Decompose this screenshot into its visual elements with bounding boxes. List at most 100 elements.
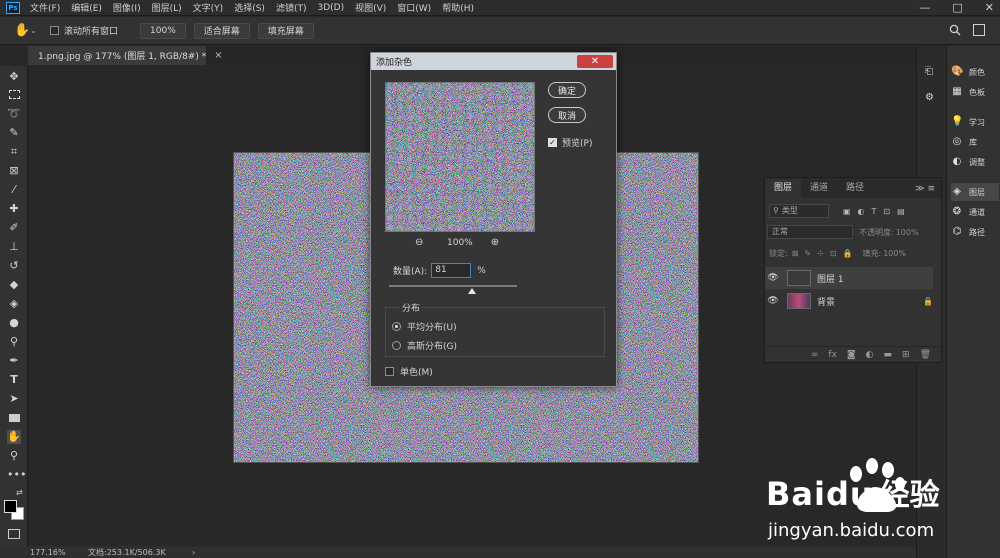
panel-layers[interactable]: ◈ 图层 <box>951 183 999 201</box>
tab-close-icon[interactable]: × <box>214 50 222 61</box>
panel-menu-icon[interactable]: ≫ ≡ <box>915 184 935 194</box>
more-tools-icon[interactable]: ••• <box>7 468 26 482</box>
status-zoom[interactable]: 177.16% <box>30 548 88 557</box>
menu-window[interactable]: 窗口(W) <box>397 1 431 14</box>
cancel-button[interactable]: 取消 <box>548 107 586 123</box>
clone-stamp-icon[interactable]: ⊥ <box>7 240 21 254</box>
chevron-down-icon[interactable]: ⌄ <box>30 26 40 35</box>
maximize-button[interactable]: □ <box>952 0 962 16</box>
background-layer-name[interactable]: 背景 <box>817 295 835 308</box>
document-tab[interactable]: 1.png.jpg @ 177% (图层 1, RGB/8#) * × <box>28 46 223 65</box>
zoom-100-button[interactable]: 100% <box>140 22 186 39</box>
status-arrow-icon[interactable]: › <box>192 548 195 557</box>
tab-layers[interactable]: 图层 <box>765 179 802 198</box>
workspace-icon[interactable] <box>973 24 985 36</box>
quick-selection-tool-icon[interactable]: ✎ <box>7 126 21 140</box>
layer-row-background[interactable]: 👁 背景 🔒 <box>765 290 933 312</box>
pen-tool-icon[interactable]: ✒ <box>7 354 21 368</box>
opacity-input[interactable]: 100% <box>896 228 919 237</box>
path-selection-icon[interactable]: ➤ <box>7 392 21 406</box>
preview-checkbox[interactable]: ✓ <box>548 138 557 147</box>
dodge-tool-icon[interactable]: ⚲ <box>7 335 21 349</box>
visibility-eye-icon[interactable]: 👁 <box>765 273 781 283</box>
menu-image[interactable]: 图像(I) <box>113 1 141 14</box>
panel-color[interactable]: 🎨 颜色 <box>951 63 999 81</box>
tab-paths[interactable]: 路径 <box>837 179 873 198</box>
new-layer-icon[interactable]: ⊞ <box>902 350 910 360</box>
eyedropper-tool-icon[interactable]: ⁄ <box>7 183 21 197</box>
foreground-color-swatch[interactable] <box>4 500 17 513</box>
hand-tool-icon[interactable]: ✋ <box>14 23 30 38</box>
eraser-tool-icon[interactable]: ◆ <box>7 278 21 292</box>
trash-icon[interactable]: 🗑 <box>920 350 931 360</box>
swap-colors-icon[interactable]: ⇄ <box>16 488 23 497</box>
menu-select[interactable]: 选择(S) <box>234 1 265 14</box>
noise-preview[interactable] <box>385 82 535 232</box>
amount-slider-thumb[interactable] <box>467 288 476 294</box>
hand-tool-active-icon[interactable]: ✋ <box>7 430 21 444</box>
panel-adjustments[interactable]: ◐ 调整 <box>951 153 999 171</box>
amount-input[interactable]: 81 <box>431 263 472 278</box>
panel-paths[interactable]: ⌬ 路径 <box>951 223 999 241</box>
frame-tool-icon[interactable]: ⊠ <box>7 164 21 178</box>
quick-mask-icon[interactable] <box>8 529 20 539</box>
dialog-close-button[interactable]: ✕ <box>577 55 613 68</box>
scroll-all-checkbox[interactable] <box>50 26 59 35</box>
gaussian-option[interactable]: 高斯分布(G) <box>392 339 457 352</box>
uniform-option[interactable]: 平均分布(U) <box>392 320 457 333</box>
fit-screen-button[interactable]: 适合屏幕 <box>193 22 250 39</box>
zoom-tool-icon[interactable]: ⚲ <box>7 449 21 463</box>
zoom-out-icon[interactable]: ⊖ <box>415 237 429 248</box>
menu-layer[interactable]: 图层(L) <box>152 1 182 14</box>
monochrome-option[interactable]: 单色(M) <box>385 365 433 378</box>
panel-swatches[interactable]: ▦ 色板 <box>951 83 999 101</box>
properties-panel-icon[interactable]: ⚙ <box>925 92 939 106</box>
marquee-tool-icon[interactable] <box>7 88 21 102</box>
paint-bucket-icon[interactable]: ◈ <box>7 297 21 311</box>
menu-edit[interactable]: 编辑(E) <box>71 1 102 14</box>
ok-button[interactable]: 确定 <box>548 82 586 98</box>
menu-help[interactable]: 帮助(H) <box>442 1 474 14</box>
fill-screen-button[interactable]: 填充屏幕 <box>257 22 314 39</box>
uniform-radio[interactable] <box>392 322 401 331</box>
search-icon[interactable] <box>949 24 961 36</box>
link-layers-icon[interactable]: ∞ <box>811 350 819 360</box>
panel-learn[interactable]: 💡 学习 <box>951 113 999 131</box>
type-tool-icon[interactable]: T <box>7 373 21 387</box>
brush-tool-icon[interactable]: ✐ <box>7 221 21 235</box>
zoom-in-icon[interactable]: ⊕ <box>491 237 505 248</box>
adjustment-layer-icon[interactable]: ◐ <box>866 350 874 360</box>
menu-file[interactable]: 文件(F) <box>30 1 60 14</box>
visibility-eye-icon[interactable]: 👁 <box>765 296 781 306</box>
crop-tool-icon[interactable]: ⌗ <box>7 145 21 159</box>
panel-channels[interactable]: ❂ 通道 <box>951 203 999 221</box>
menu-3d[interactable]: 3D(D) <box>317 3 344 13</box>
healing-brush-icon[interactable]: ✚ <box>7 202 21 216</box>
rectangle-tool-icon[interactable] <box>7 411 21 425</box>
group-folder-icon[interactable]: ▬ <box>884 350 893 360</box>
history-brush-icon[interactable]: ↺ <box>7 259 21 273</box>
blend-mode-select[interactable]: 正常 <box>767 225 853 239</box>
add-mask-icon[interactable]: ◙ <box>847 350 856 360</box>
layer1-name[interactable]: 图层 1 <box>817 272 844 285</box>
layer-row-layer1[interactable]: 👁 图层 1 <box>765 267 933 289</box>
minimize-button[interactable]: — <box>919 0 930 16</box>
lasso-tool-icon[interactable]: ➰ <box>7 107 21 121</box>
fill-input[interactable]: 100% <box>883 249 906 258</box>
layer-filter-select[interactable]: ⚲ 类型 <box>769 204 829 218</box>
move-tool-icon[interactable]: ✥ <box>7 70 21 84</box>
lock-icons[interactable]: ⊠✎⊹⊡🔒 <box>792 249 859 258</box>
menu-view[interactable]: 视图(V) <box>355 1 386 14</box>
blur-tool-icon[interactable]: ● <box>7 316 21 330</box>
monochrome-checkbox[interactable] <box>385 367 394 376</box>
gaussian-radio[interactable] <box>392 341 401 350</box>
history-panel-icon[interactable]: ⎗ <box>925 66 939 80</box>
menu-type[interactable]: 文字(Y) <box>193 1 224 14</box>
close-window-button[interactable]: ✕ <box>985 0 994 16</box>
tab-channels[interactable]: 通道 <box>801 179 837 198</box>
menu-filter[interactable]: 滤镜(T) <box>276 1 307 14</box>
filter-icons[interactable]: ▣◐T⊡▤ <box>843 207 912 216</box>
amount-slider[interactable] <box>389 285 517 295</box>
fx-icon[interactable]: fx <box>828 350 837 360</box>
panel-libraries[interactable]: ◎ 库 <box>951 133 999 151</box>
